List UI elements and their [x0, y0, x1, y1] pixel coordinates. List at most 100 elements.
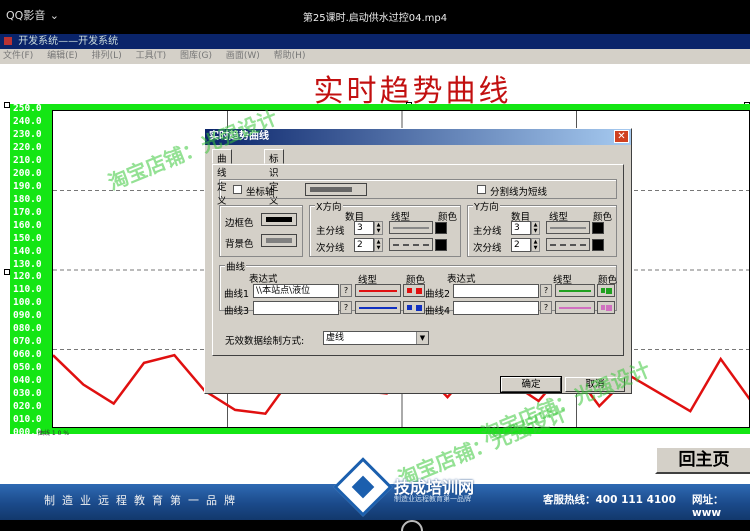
close-icon[interactable]: ✕ [614, 130, 629, 143]
chevron-down-icon[interactable]: ▼ [416, 332, 428, 344]
curve4-color-swatch [601, 305, 605, 310]
menu-arrange[interactable]: 排列(L) [92, 51, 122, 61]
x-minor-color-button[interactable] [435, 239, 447, 251]
split-short-label: 分割线为短线 [490, 187, 548, 198]
expr-header-left: 表达式 [249, 274, 278, 285]
y-minor-count[interactable]: 2 [511, 238, 531, 252]
split-short-checkbox[interactable] [477, 185, 486, 194]
curve3-color-swatch [407, 305, 412, 310]
x-major-color-button[interactable] [435, 222, 447, 234]
footer-brand-sub: 制造业远程教育第一品牌 [394, 495, 471, 503]
menu-file[interactable]: 文件(F) [3, 51, 33, 61]
y-tick-label: 050.0 [13, 362, 42, 374]
y-tick-label: 180.0 [13, 193, 42, 205]
tab-label-def[interactable]: 标识定义 [264, 149, 284, 207]
curve3-linestyle[interactable] [355, 301, 401, 314]
y-major-label: 主分线 [473, 226, 502, 237]
y-group-title: Y方向 [473, 199, 500, 213]
y-tick-label: 020.0 [13, 401, 42, 413]
ok-button[interactable]: 确定 [500, 376, 562, 393]
curve3-color-button[interactable] [403, 301, 425, 314]
border-color-swatch [266, 217, 292, 222]
tab-curve-def[interactable]: 曲线定义 [212, 149, 232, 207]
curve1-label: 曲线1 [224, 289, 250, 300]
y-tick-label: 170.0 [13, 206, 42, 218]
curve4-label: 曲线4 [425, 306, 451, 317]
bg-color-label: 背景色 [225, 239, 254, 250]
curve4-color-button[interactable] [597, 301, 615, 314]
x-minor-count[interactable]: 2 [354, 238, 374, 252]
y-color-header: 颜色 [593, 212, 613, 223]
x-minor-label: 次分线 [316, 243, 345, 254]
coord-axis-checkbox[interactable] [233, 185, 242, 194]
y-tick-label: 060.0 [13, 349, 42, 361]
y-major-color-button[interactable] [592, 222, 604, 234]
play-button-icon[interactable] [401, 520, 423, 531]
menu-window[interactable]: 画面(W) [226, 51, 260, 61]
menu-edit[interactable]: 编辑(E) [47, 51, 78, 61]
tab-panel: 坐标轴 分割线为短线 边框色 背景色 X方向 数目 线型 颜色 主分线 3 ▲ ▼… [212, 164, 624, 356]
y-minor-color-button[interactable] [592, 239, 604, 251]
brand-logo-mark [351, 475, 375, 499]
x-major-spinner[interactable]: ▲ ▼ [374, 221, 383, 235]
y-tick-label: 120.0 [13, 271, 42, 283]
trend-dialog: 实时趋势曲线 ✕ 曲线定义 标识定义 坐标轴 分割线为短线 边框色 背景色 X方… [204, 128, 632, 394]
curve2-label: 曲线3 [224, 306, 250, 317]
curve4-expr-input[interactable] [453, 301, 539, 315]
y-major-spinner[interactable]: ▲ ▼ [531, 221, 540, 235]
curve3-color-dot [416, 305, 422, 311]
curve2-linestyle[interactable] [555, 284, 595, 297]
curve1-expr-input[interactable]: \\本站点\液位 [253, 284, 339, 298]
curve1-color-swatch [407, 288, 412, 293]
y-tick-label: 070.0 [13, 336, 42, 348]
y-minor-linestyle[interactable] [546, 238, 590, 251]
curve2-browse-button[interactable]: ? [540, 284, 552, 297]
x-major-linestyle[interactable] [389, 221, 433, 234]
x-color-header: 颜色 [438, 212, 458, 223]
y-major-count[interactable]: 3 [511, 221, 531, 235]
y-minor-spinner[interactable]: ▲ ▼ [531, 238, 540, 252]
border-color-button[interactable] [261, 213, 297, 226]
y-major-linestyle[interactable] [546, 221, 590, 234]
axis-color-button[interactable] [305, 183, 367, 196]
bg-color-button[interactable] [261, 234, 297, 247]
y-minor-label: 次分线 [473, 243, 502, 254]
y-tick-label: 210.0 [13, 154, 42, 166]
curve3-expr-input[interactable] [253, 301, 339, 315]
y-tick-label: 140.0 [13, 245, 42, 257]
app-caption-text: 开发系统——开发系统 [18, 36, 119, 47]
y-tick-label: 030.0 [13, 388, 42, 400]
back-home-button[interactable]: 回主页 [655, 446, 750, 474]
curve1-browse-button[interactable]: ? [340, 284, 352, 297]
curve1-color-button[interactable] [403, 284, 425, 297]
x-minor-spinner[interactable]: ▲ ▼ [374, 238, 383, 252]
menu-gallery[interactable]: 图库(G) [180, 51, 212, 61]
invalid-draw-select[interactable]: 虚线 ▼ [323, 331, 429, 345]
x-major-count[interactable]: 3 [354, 221, 374, 235]
menu-tools[interactable]: 工具(T) [136, 51, 167, 61]
curve2-color-swatch [601, 288, 605, 293]
footer-hotline: 客服热线：400 111 4100 [543, 494, 676, 506]
curves-group-title: 曲线 [225, 259, 247, 273]
x-minor-linestyle[interactable] [389, 238, 433, 251]
menu-help[interactable]: 帮助(H) [274, 51, 306, 61]
footer-banner: 制造业远程教育第一品牌 技成培训网 制造业远程教育第一品牌 客服热线：400 1… [0, 457, 750, 520]
invalid-draw-label: 无效数据绘制方式: [225, 336, 305, 347]
expr-header-right: 表达式 [447, 274, 476, 285]
y-tick-label: 220.0 [13, 141, 42, 153]
curve4-line-preview [559, 307, 591, 309]
border-color-label: 边框色 [225, 218, 254, 229]
dashed-line-preview [393, 244, 429, 246]
curve1-linestyle[interactable] [355, 284, 401, 297]
solid-line-preview [393, 227, 429, 229]
curve2-expr-input[interactable] [453, 284, 539, 298]
curve4-browse-button[interactable]: ? [540, 301, 552, 314]
curve2-line-preview [559, 290, 591, 292]
footer-slogan: 制造业远程教育第一品牌 [44, 494, 242, 507]
curve2-color-button[interactable] [597, 284, 615, 297]
cancel-button[interactable]: 取消 [565, 377, 625, 392]
curve3-browse-button[interactable]: ? [340, 301, 352, 314]
y-tick-label: 160.0 [13, 219, 42, 231]
curve4-linestyle[interactable] [555, 301, 595, 314]
curve1-color-dot [416, 288, 422, 294]
